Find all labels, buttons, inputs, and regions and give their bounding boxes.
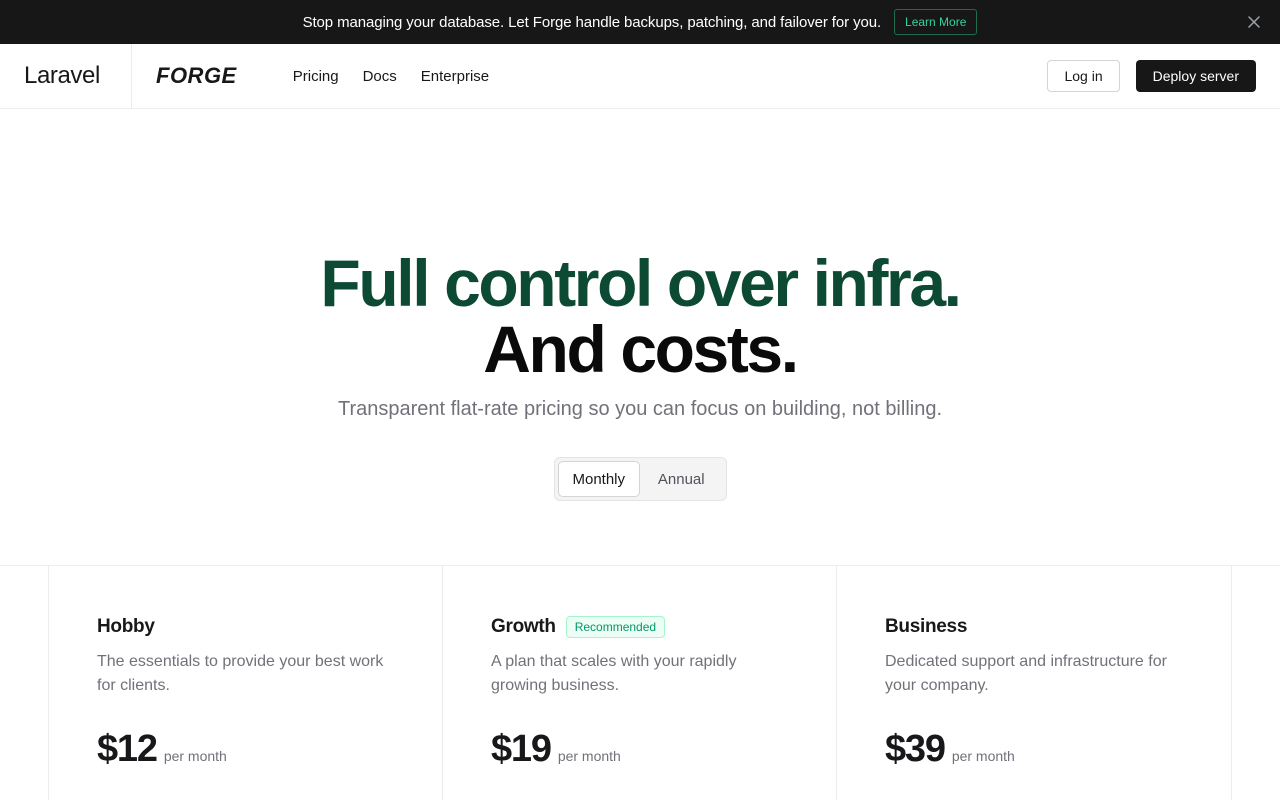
hero-subtitle: Transparent flat-rate pricing so you can…: [337, 398, 943, 420]
plan-name: Business: [885, 616, 968, 637]
plan-header: Hobby: [97, 615, 394, 639]
hero-title-line-1: Full control over infra.: [320, 246, 962, 320]
nav-actions: Log in Deploy server: [1047, 60, 1256, 92]
toggle-annual[interactable]: Annual: [640, 461, 723, 497]
plan-price: $12: [97, 728, 158, 770]
plan-description: Dedicated support and infrastructure for…: [885, 653, 1167, 694]
learn-more-button[interactable]: Learn More: [894, 9, 978, 35]
plan-header: Growth Recommended: [491, 615, 788, 639]
recommended-badge: Recommended: [565, 616, 666, 638]
login-button[interactable]: Log in: [1047, 60, 1120, 92]
nav-link-pricing[interactable]: Pricing: [293, 68, 339, 85]
plan-price: $19: [491, 728, 552, 770]
plan-price-row: $19 per month: [491, 728, 788, 771]
top-nav: Laravel FORGE Pricing Docs Enterprise Lo…: [0, 44, 1280, 109]
pricing-plans: Hobby The essentials to provide your bes…: [48, 565, 1232, 800]
deploy-server-button[interactable]: Deploy server: [1135, 60, 1256, 92]
plan-period: per month: [951, 748, 1015, 764]
plan-price: $39: [885, 728, 946, 770]
plan-name: Growth: [491, 616, 556, 637]
nav-links: Pricing Docs Enterprise: [293, 68, 489, 85]
billing-toggle: Monthly Annual: [554, 457, 727, 501]
plan-period: per month: [163, 748, 227, 764]
plan-card-business: Business Dedicated support and infrastru…: [836, 565, 1232, 800]
announcement-banner: Stop managing your database. Let Forge h…: [0, 0, 1280, 44]
hero-title-line-2: And costs.: [483, 312, 799, 386]
close-icon-glyph: [1248, 16, 1260, 28]
plan-price-row: $39 per month: [885, 728, 1183, 771]
plan-description: The essentials to provide your best work…: [97, 653, 384, 694]
toggle-monthly[interactable]: Monthly: [558, 461, 640, 497]
plan-name: Hobby: [97, 616, 155, 637]
plan-price-row: $12 per month: [97, 728, 394, 771]
plan-description: A plan that scales with your rapidly gro…: [491, 653, 737, 694]
nav-link-docs[interactable]: Docs: [363, 68, 397, 85]
laravel-logo[interactable]: Laravel: [0, 44, 132, 108]
hero-heading: Full control over infra. And costs.: [0, 250, 1280, 382]
plan-card-growth: Growth Recommended A plan that scales wi…: [442, 565, 836, 800]
plan-card-hobby: Hobby The essentials to provide your bes…: [48, 565, 442, 800]
plan-period: per month: [557, 748, 621, 764]
close-icon[interactable]: [1245, 13, 1263, 31]
brand-name: Laravel: [24, 62, 100, 89]
plan-header: Business: [885, 615, 1183, 639]
banner-text: Stop managing your database. Let Forge h…: [302, 13, 882, 31]
forge-logo[interactable]: FORGE: [156, 63, 237, 89]
nav-link-enterprise[interactable]: Enterprise: [421, 68, 489, 85]
